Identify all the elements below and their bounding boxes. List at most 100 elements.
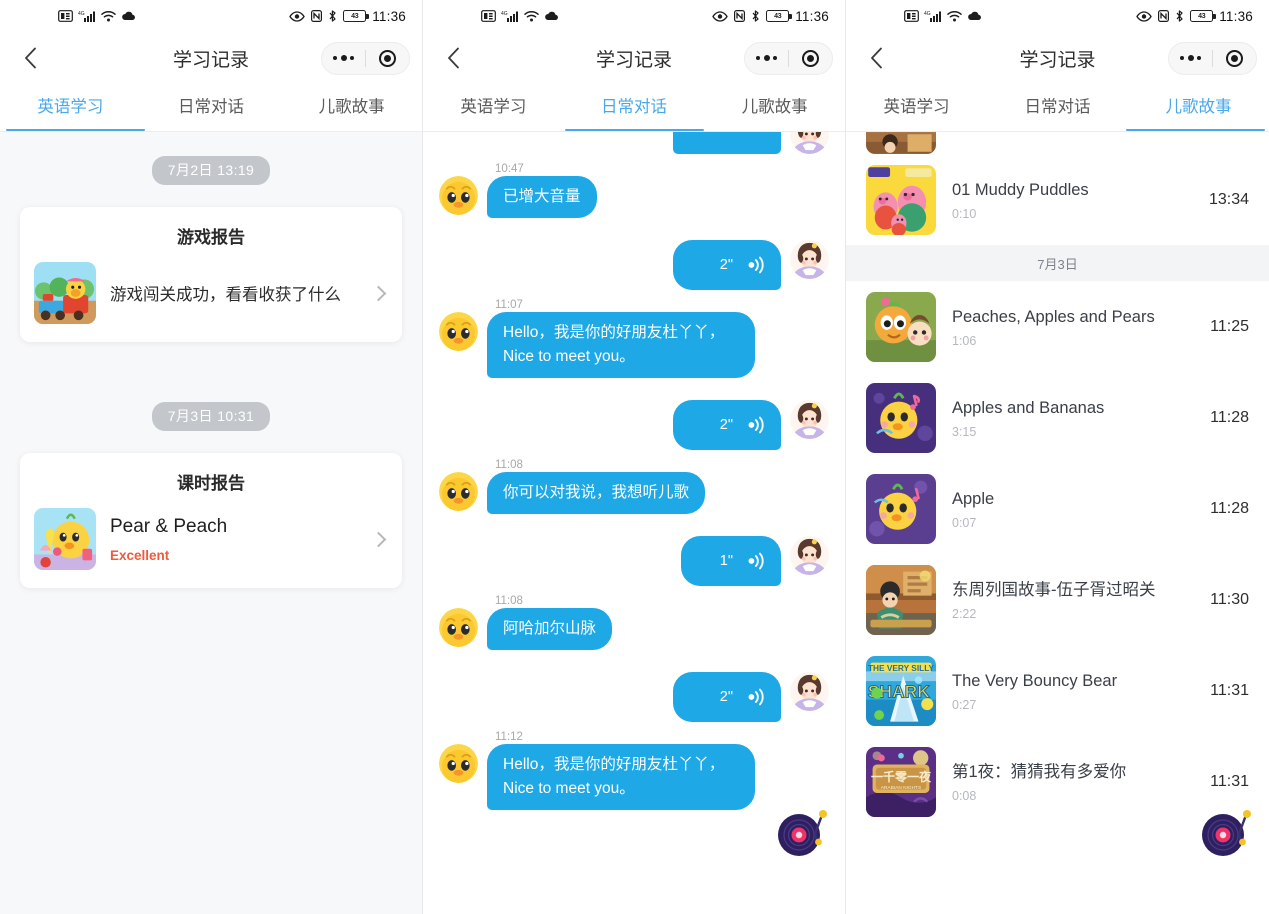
voice-bubble[interactable]: 2" <box>673 400 781 450</box>
back-button[interactable] <box>435 40 471 76</box>
train-chick-thumb <box>34 262 96 324</box>
tab-bar: 英语学习 日常对话 儿歌故事 <box>846 84 1269 131</box>
status-bar-clock: 11:36 <box>795 8 829 24</box>
record-player-icon[interactable] <box>1201 807 1253 859</box>
wifi-icon <box>524 10 539 22</box>
chat-message-row[interactable]: 已增大音量 <box>439 176 829 218</box>
tab-english-study[interactable]: 英语学习 <box>0 84 141 131</box>
tab-kids-songs-stories[interactable]: 儿歌故事 <box>704 84 845 131</box>
cloud-icon <box>544 11 559 22</box>
cloud-icon <box>967 11 982 22</box>
miniprogram-capsule[interactable] <box>1168 41 1257 75</box>
status-bar-clock: 11:36 <box>1219 8 1253 24</box>
list-item[interactable]: 东周列国故事-伍子胥过昭关 2:22 11:30 <box>846 554 1269 645</box>
tab-kids-songs-stories[interactable]: 儿歌故事 <box>1128 84 1269 131</box>
voice-bubble[interactable]: 2" <box>673 240 781 290</box>
list-item-meta: Apple 0:07 <box>952 488 1194 530</box>
girl-avatar <box>790 132 829 154</box>
list-item-meta: Peaches, Apples and Pears 1:06 <box>952 306 1194 348</box>
voice-bubble[interactable]: 1" <box>681 536 781 586</box>
sound-wave-icon <box>745 688 765 706</box>
game-report-card[interactable]: 游戏报告 游戏闯关成功，看看收获了什么 <box>20 207 402 342</box>
tab-english-study[interactable]: 英语学习 <box>423 84 564 131</box>
svg-text:4G: 4G <box>501 11 508 17</box>
song-history-list[interactable]: 01 Muddy Puddles 0:10 13:34 7月3日 Peaches… <box>846 132 1269 914</box>
status-bar-left-icons: 4G <box>481 10 559 22</box>
peppa-pig-thumb <box>866 165 936 235</box>
song-duration: 2:22 <box>952 606 977 621</box>
eye-care-icon <box>289 10 305 22</box>
text-bubble[interactable]: 阿哈加尔山脉 <box>487 608 613 650</box>
svg-text:4G: 4G <box>78 11 85 17</box>
song-title: Apple <box>952 489 995 508</box>
apple-thumb <box>866 474 936 544</box>
tab-english-study[interactable]: 英语学习 <box>846 84 987 131</box>
eye-care-icon <box>712 10 728 22</box>
target-circle-icon[interactable] <box>789 49 832 67</box>
target-circle-icon[interactable] <box>1213 49 1256 67</box>
status-bar: 4G 43 11:36 <box>423 0 845 32</box>
chat-message-row[interactable]: 2" <box>439 400 829 450</box>
chevron-right-icon[interactable] <box>370 531 387 547</box>
bananas-thumb <box>866 383 936 453</box>
chat-scroll-area[interactable]: 10:47 已增大音量 2" 11:07 Hello，我是你的好朋友杜丫丫，Ni… <box>423 132 845 914</box>
more-dots-icon[interactable] <box>322 55 365 61</box>
song-duration: 3:15 <box>952 424 977 439</box>
status-bar-left-icons: 4G <box>904 10 982 22</box>
more-dots-icon[interactable] <box>1169 55 1212 61</box>
chat-message-row[interactable]: 阿哈加尔山脉 <box>439 608 829 650</box>
nfc-icon <box>1158 10 1170 22</box>
more-dots-icon[interactable] <box>745 55 788 61</box>
song-play-time: 13:34 <box>1208 190 1249 208</box>
chevron-left-icon <box>24 47 37 69</box>
text-bubble[interactable]: Hello，我是你的好朋友杜丫丫，Nice to meet you。 <box>487 744 755 810</box>
battery-level: 43 <box>774 12 782 20</box>
screen-kids-songs-stories: 4G 43 11:36 学习记录 英语学习 日常对话 儿歌故事 01 Muddy… <box>846 0 1269 914</box>
chat-message-row[interactable]: Hello，我是你的好朋友杜丫丫，Nice to meet you。 <box>439 312 829 378</box>
chat-message-row[interactable]: 2" <box>439 240 829 290</box>
song-play-time: 11:30 <box>1210 590 1249 608</box>
chevron-right-icon[interactable] <box>370 285 387 301</box>
card-subtitle: 游戏闯关成功，看看收获了什么 <box>110 286 341 304</box>
list-item[interactable]: Apple 0:07 11:28 <box>846 463 1269 554</box>
target-circle-icon[interactable] <box>366 49 409 67</box>
status-bar-right-icons: 43 11:36 <box>712 9 829 24</box>
tab-active-indicator <box>1126 128 1265 131</box>
voice-bubble[interactable]: 2" <box>673 672 781 722</box>
back-button[interactable] <box>858 40 894 76</box>
list-item[interactable]: Apples and Bananas 3:15 11:28 <box>846 372 1269 463</box>
record-player-icon[interactable] <box>777 807 829 859</box>
chat-message-row[interactable]: 你可以对我说，我想听儿歌 <box>439 472 829 514</box>
girl-avatar <box>790 400 829 439</box>
list-item[interactable]: The Very Bouncy Bear 0:27 11:31 <box>846 645 1269 736</box>
tab-daily-conversation[interactable]: 日常对话 <box>987 84 1128 131</box>
list-item[interactable]: 01 Muddy Puddles 0:10 13:34 <box>846 154 1269 245</box>
song-play-time: 11:28 <box>1210 408 1249 426</box>
message-timestamp: 11:08 <box>495 459 523 471</box>
text-bubble[interactable]: Hello，我是你的好朋友杜丫丫，Nice to meet you。 <box>487 312 755 378</box>
tab-kids-songs-stories[interactable]: 儿歌故事 <box>281 84 422 131</box>
text-bubble[interactable]: 已增大音量 <box>487 176 597 218</box>
text-bubble[interactable]: 你可以对我说，我想听儿歌 <box>487 472 706 514</box>
lesson-report-card[interactable]: 课时报告 Pear & Peach Excellent <box>20 453 402 588</box>
back-button[interactable] <box>12 40 48 76</box>
voice-bubble-partial[interactable] <box>673 132 781 154</box>
chat-message-row[interactable]: Hello，我是你的好朋友杜丫丫，Nice to meet you。 <box>439 744 829 810</box>
girl-avatar <box>790 672 829 711</box>
miniprogram-capsule[interactable] <box>321 41 410 75</box>
chat-message-partial[interactable] <box>439 132 829 154</box>
sim-card-icon <box>58 10 73 22</box>
tab-daily-conversation[interactable]: 日常对话 <box>141 84 282 131</box>
wifi-icon <box>947 10 962 22</box>
girl-avatar <box>790 240 829 279</box>
girl-avatar <box>790 536 829 575</box>
chat-message-row[interactable]: 1" <box>439 536 829 586</box>
battery-icon: 43 <box>766 10 792 22</box>
tab-daily-conversation[interactable]: 日常对话 <box>564 84 705 131</box>
list-item[interactable]: Peaches, Apples and Pears 1:06 11:25 <box>846 281 1269 372</box>
tab-active-indicator <box>565 128 704 131</box>
song-duration: 1:06 <box>952 333 977 348</box>
chat-message-row[interactable]: 2" <box>439 672 829 722</box>
miniprogram-capsule[interactable] <box>744 41 833 75</box>
voice-duration: 2" <box>719 417 733 433</box>
